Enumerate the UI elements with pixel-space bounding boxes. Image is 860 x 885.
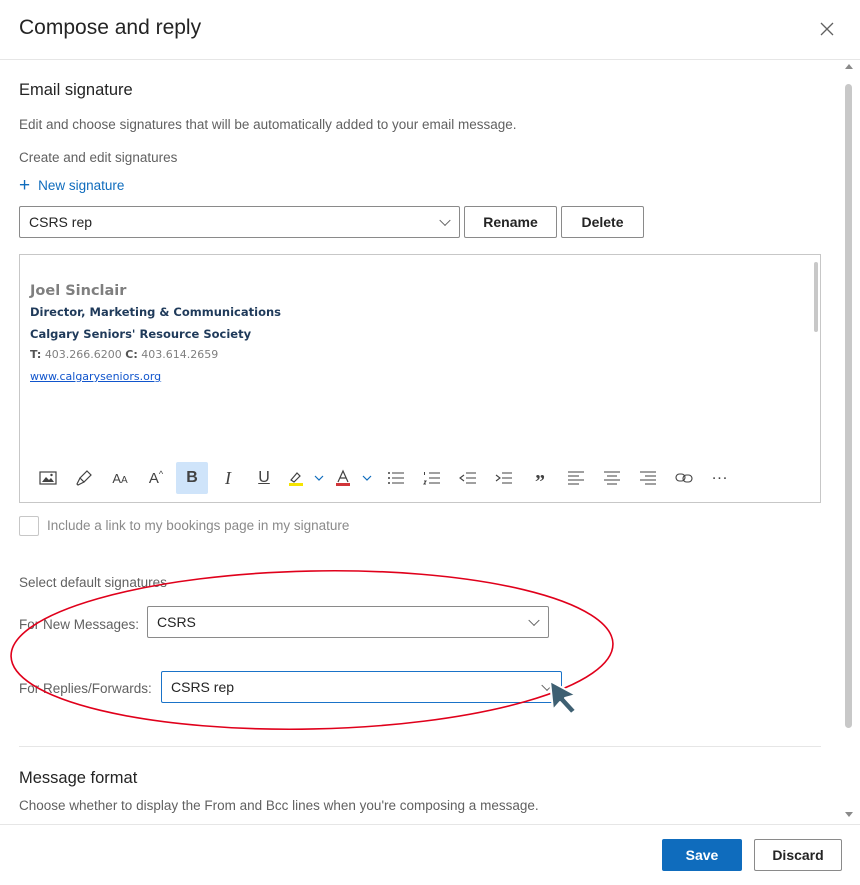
increase-indent-icon xyxy=(495,472,512,484)
save-button[interactable]: Save xyxy=(662,839,742,871)
bookings-link-checkbox[interactable] xyxy=(19,516,39,536)
signature-select[interactable]: CSRS rep xyxy=(19,206,460,238)
numbered-list-icon xyxy=(423,472,440,485)
more-options-button[interactable]: ... xyxy=(704,462,736,494)
increase-font-button[interactable]: A^ xyxy=(140,462,172,494)
bold-button[interactable]: B xyxy=(176,462,208,494)
scrollbar-thumb[interactable] xyxy=(845,84,852,728)
italic-icon: I xyxy=(225,467,231,488)
plus-icon: + xyxy=(19,174,31,196)
close-button[interactable] xyxy=(815,17,839,41)
email-signature-description: Edit and choose signatures that will be … xyxy=(19,117,517,132)
format-painter-icon xyxy=(76,470,92,486)
more-icon: ... xyxy=(711,466,729,483)
signature-phone: T: 403.266.6200 C: 403.614.2659 xyxy=(30,348,218,361)
bold-icon: B xyxy=(186,469,198,486)
delete-button[interactable]: Delete xyxy=(561,206,644,238)
replies-forwards-value: CSRS rep xyxy=(171,679,235,695)
picture-icon xyxy=(39,471,57,485)
signature-organization: Calgary Seniors' Resource Society xyxy=(30,327,252,341)
align-center-icon xyxy=(604,471,620,485)
new-signature-link[interactable]: + New signature xyxy=(19,174,125,196)
default-signatures-heading: Select default signatures xyxy=(19,575,167,590)
message-format-description: Choose whether to display the From and B… xyxy=(19,798,539,813)
header-divider xyxy=(0,59,860,60)
phone-t-value: 403.266.6200 xyxy=(44,348,122,361)
chevron-down-icon xyxy=(439,214,451,227)
new-signature-label: New signature xyxy=(38,178,125,193)
increase-indent-button[interactable] xyxy=(488,462,520,494)
underline-button[interactable]: U xyxy=(248,462,280,494)
highlight-button[interactable] xyxy=(284,462,328,494)
align-center-button[interactable] xyxy=(596,462,628,494)
signature-name: Joel Sinclair xyxy=(30,283,127,299)
footer-divider xyxy=(0,824,860,825)
align-right-button[interactable] xyxy=(632,462,664,494)
signature-select-value: CSRS rep xyxy=(29,214,93,230)
quote-icon: ” xyxy=(535,470,545,493)
new-messages-select[interactable]: CSRS xyxy=(147,606,549,638)
font-size-icon: AA xyxy=(112,470,128,486)
signature-title: Director, Marketing & Communications xyxy=(30,305,282,319)
decrease-indent-button[interactable] xyxy=(452,462,484,494)
message-format-heading: Message format xyxy=(19,769,138,787)
bullet-list-icon xyxy=(388,472,404,484)
increase-font-icon: A^ xyxy=(148,469,164,487)
editor-scrollbar[interactable] xyxy=(814,262,818,332)
numbering-button[interactable] xyxy=(416,462,448,494)
align-left-button[interactable] xyxy=(560,462,592,494)
underline-icon: U xyxy=(258,469,270,486)
section-divider xyxy=(19,746,821,747)
signature-website-link[interactable]: www.calgaryseniors.org xyxy=(30,370,161,383)
chevron-down-icon xyxy=(528,614,540,627)
align-left-icon xyxy=(568,471,584,485)
font-size-button[interactable]: AA xyxy=(104,462,136,494)
bookings-link-label: Include a link to my bookings page in my… xyxy=(47,518,350,533)
replies-forwards-label: For Replies/Forwards: xyxy=(19,681,152,696)
scroll-down-arrow-icon[interactable] xyxy=(845,812,853,817)
replies-forwards-select[interactable]: CSRS rep xyxy=(161,671,562,703)
dialog-title: Compose and reply xyxy=(19,16,202,39)
highlighter-icon xyxy=(289,472,324,486)
compose-and-reply-dialog: Compose and reply Email signature Edit a… xyxy=(0,0,860,885)
insert-picture-button[interactable] xyxy=(32,462,64,494)
link-icon xyxy=(675,473,693,483)
bullets-button[interactable] xyxy=(380,462,412,494)
align-right-icon xyxy=(640,471,656,485)
close-icon xyxy=(820,22,834,36)
insert-link-button[interactable] xyxy=(668,462,700,494)
quote-button[interactable]: ” xyxy=(524,462,556,494)
new-messages-value: CSRS xyxy=(157,614,196,630)
chevron-down-icon xyxy=(541,679,553,692)
rename-button[interactable]: Rename xyxy=(464,206,557,238)
font-color-icon xyxy=(336,469,372,486)
email-signature-heading: Email signature xyxy=(19,81,133,99)
create-edit-label: Create and edit signatures xyxy=(19,150,178,165)
format-painter-button[interactable] xyxy=(68,462,100,494)
phone-c-value: 403.614.2659 xyxy=(141,348,219,361)
scroll-up-arrow-icon[interactable] xyxy=(845,64,853,69)
discard-button[interactable]: Discard xyxy=(754,839,842,871)
phone-c-label: C: xyxy=(125,348,138,361)
phone-t-label: T: xyxy=(30,348,42,361)
decrease-indent-icon xyxy=(459,472,476,484)
new-messages-label: For New Messages: xyxy=(19,617,140,632)
italic-button[interactable]: I xyxy=(212,462,244,494)
font-color-button[interactable] xyxy=(332,462,376,494)
